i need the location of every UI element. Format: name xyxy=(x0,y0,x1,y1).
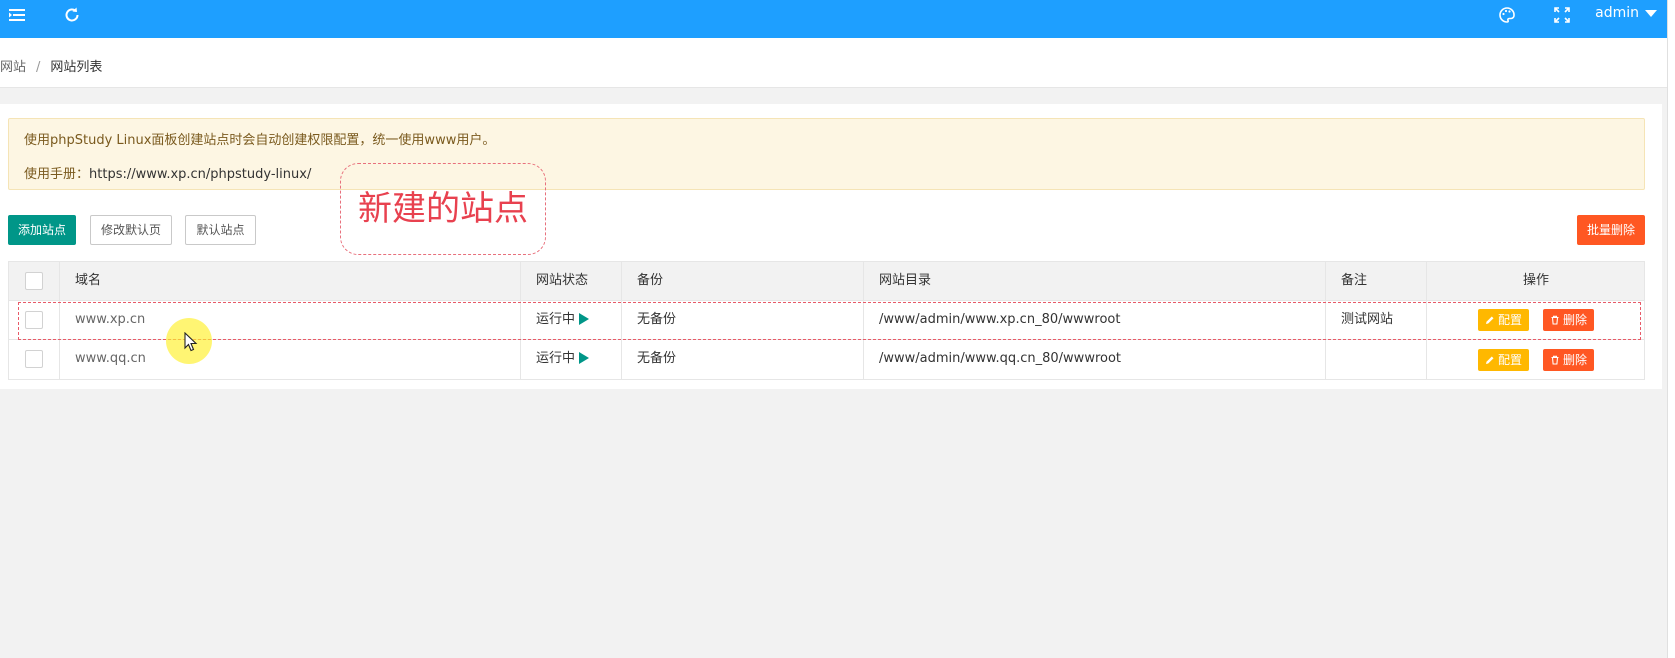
status-cell: 运行中 xyxy=(521,340,622,379)
column-header-directory: 网站目录 xyxy=(864,262,1326,300)
user-menu[interactable]: admin xyxy=(1595,5,1657,21)
column-header-backup: 备份 xyxy=(622,262,864,300)
row-checkbox-cell xyxy=(9,301,60,339)
breadcrumb-parent[interactable]: 网站 xyxy=(0,60,26,75)
delete-button[interactable]: 删除 xyxy=(1543,309,1595,331)
status-text: 运行中 xyxy=(536,312,576,327)
config-button[interactable]: 配置 xyxy=(1477,309,1529,331)
delete-button-label: 删除 xyxy=(1563,313,1588,327)
caret-down-icon xyxy=(1645,9,1657,17)
config-button-label: 配置 xyxy=(1497,313,1522,327)
mouse-cursor-icon xyxy=(184,332,198,352)
palette-icon[interactable] xyxy=(1498,6,1516,24)
breadcrumb-current: 网站列表 xyxy=(50,60,103,75)
status-text: 运行中 xyxy=(536,351,576,366)
delete-button-label: 删除 xyxy=(1563,352,1588,367)
row-checkbox-cell xyxy=(9,340,60,379)
config-button[interactable]: 配置 xyxy=(1477,348,1529,371)
menu-icon[interactable] xyxy=(8,6,26,24)
column-header-actions: 操作 xyxy=(1522,273,1549,288)
breadcrumb-bar: 网站 / 网站列表 xyxy=(0,38,1667,88)
scrollbar[interactable] xyxy=(1667,0,1675,658)
add-site-button[interactable]: 添加站点 xyxy=(8,215,76,245)
backup-cell: 无备份 xyxy=(622,340,864,379)
note-cell xyxy=(1326,340,1427,379)
breadcrumb-separator: / xyxy=(36,60,41,75)
trash-icon xyxy=(1551,355,1559,365)
batch-delete-button[interactable]: 批量删除 xyxy=(1577,215,1645,245)
directory-cell: /www/admin/www.xp.cn_80/wwwroot xyxy=(864,301,1326,339)
column-header-domain: 域名 xyxy=(60,262,521,300)
edit-default-page-button[interactable]: 修改默认页 xyxy=(90,215,172,245)
domain-cell: www.xp.cn xyxy=(60,301,521,339)
play-icon[interactable] xyxy=(579,312,590,325)
refresh-icon[interactable] xyxy=(63,6,81,24)
config-button-label: 配置 xyxy=(1497,352,1522,367)
pencil-icon xyxy=(1485,316,1494,324)
actions-cell: 配置 删除 xyxy=(1427,340,1645,379)
username-label: admin xyxy=(1595,5,1639,21)
note-cell: 测试网站 xyxy=(1326,301,1427,339)
site-table: 域名 网站状态 备份 网站目录 备注 操作 www.xp.cn 运行中 无备份 … xyxy=(8,261,1645,380)
pencil-icon xyxy=(1485,356,1494,364)
annotation-callout: 新建的站点 xyxy=(340,163,546,255)
directory-cell: /www/admin/www.qq.cn_80/wwwroot xyxy=(864,340,1326,379)
manual-link[interactable]: https://www.xp.cn/phpstudy-linux/ xyxy=(89,167,311,182)
fullscreen-icon[interactable] xyxy=(1553,6,1571,24)
table-header: 域名 网站状态 备份 网站目录 备注 操作 xyxy=(9,262,1644,301)
select-all-checkbox[interactable] xyxy=(25,271,43,290)
row-checkbox[interactable] xyxy=(25,349,43,368)
play-icon[interactable] xyxy=(579,351,590,364)
table-row: www.qq.cn 运行中 无备份 /www/admin/www.qq.cn_8… xyxy=(9,340,1644,379)
top-navbar: admin xyxy=(0,0,1667,38)
notice-box: 使用phpStudy Linux面板创建站点时会自动创建权限配置，统一使用www… xyxy=(8,118,1645,190)
notice-line2: 使用手册：https://www.xp.cn/phpstudy-linux/ xyxy=(24,163,311,182)
trash-icon xyxy=(1551,315,1559,325)
column-header-status: 网站状态 xyxy=(521,262,622,300)
header-checkbox-cell xyxy=(9,262,60,300)
domain-cell: www.qq.cn xyxy=(60,340,521,379)
notice-manual-label: 使用手册： xyxy=(24,167,90,182)
notice-line1: 使用phpStudy Linux面板创建站点时会自动创建权限配置，统一使用www… xyxy=(24,133,496,148)
status-cell: 运行中 xyxy=(521,301,622,339)
backup-cell: 无备份 xyxy=(622,301,864,339)
table-row: www.xp.cn 运行中 无备份 /www/admin/www.xp.cn_8… xyxy=(9,301,1644,340)
column-header-note: 备注 xyxy=(1326,262,1427,300)
breadcrumb: 网站 / 网站列表 xyxy=(0,56,102,75)
delete-button[interactable]: 删除 xyxy=(1543,348,1595,371)
default-site-button[interactable]: 默认站点 xyxy=(185,215,256,245)
actions-cell: 配置 删除 xyxy=(1427,301,1645,339)
row-checkbox[interactable] xyxy=(25,310,43,329)
